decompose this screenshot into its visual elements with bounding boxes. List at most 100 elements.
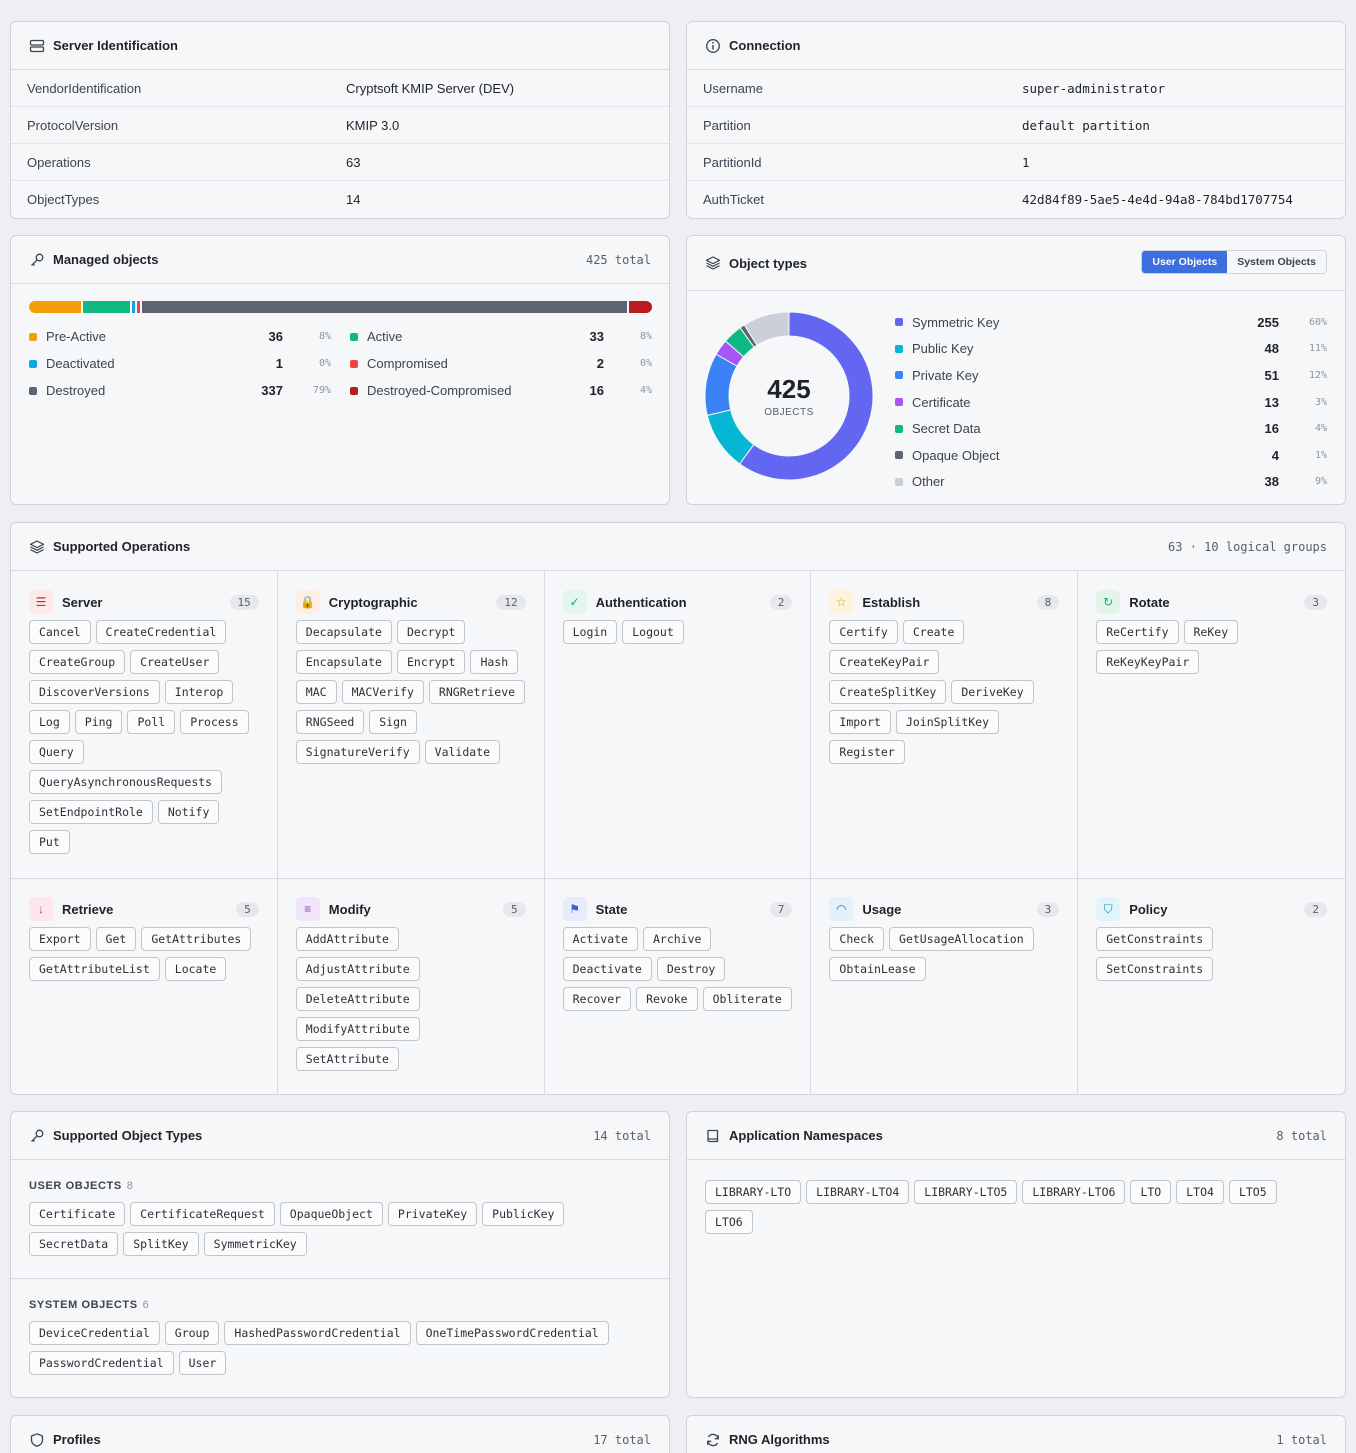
operation-tag[interactable]: Deactivate — [562, 957, 652, 981]
legend-dot — [29, 332, 37, 341]
object-type-tag[interactable]: PrivateKey — [387, 1202, 478, 1226]
operation-tag[interactable]: MAC — [295, 680, 337, 704]
namespace-tag[interactable]: LTO6 — [705, 1210, 753, 1234]
operation-tag[interactable]: Revoke — [636, 987, 698, 1011]
object-type-tag[interactable]: PublicKey — [482, 1202, 565, 1226]
shield-icon: ⛉ — [1096, 897, 1121, 921]
operation-tag[interactable]: RNGRetrieve — [428, 680, 526, 704]
namespace-tag[interactable]: LTO4 — [1176, 1180, 1224, 1204]
operation-tag[interactable]: QueryAsynchronousRequests — [29, 770, 223, 794]
legend-item: Certificate 13 3% — [895, 389, 1327, 416]
operation-tag[interactable]: Destroy — [656, 957, 726, 981]
operation-tag[interactable]: AddAttribute — [295, 927, 399, 951]
object-type-tag[interactable]: OpaqueObject — [279, 1202, 383, 1226]
operation-tag[interactable]: CreateCredential — [95, 620, 227, 644]
object-type-tag[interactable]: Certificate — [29, 1202, 126, 1226]
table-row: Username super-administrator — [687, 70, 1345, 107]
operation-tag[interactable]: Certify — [829, 620, 898, 644]
object-type-tag[interactable]: PasswordCredential — [29, 1351, 174, 1375]
operation-tag[interactable]: Log — [29, 710, 70, 734]
operation-tag[interactable]: GetAttributes — [141, 927, 252, 951]
operation-tag[interactable]: Hash — [470, 650, 519, 674]
operation-tag[interactable]: JoinSplitKey — [895, 710, 1000, 734]
user-objects-toggle[interactable]: User Objects — [1142, 251, 1228, 273]
operation-group-count: 3 — [1036, 901, 1060, 917]
namespace-tag[interactable]: LTO — [1130, 1180, 1172, 1204]
object-type-tag[interactable]: CertificateRequest — [130, 1202, 275, 1226]
operation-tag[interactable]: Export — [29, 927, 91, 951]
operation-tag[interactable]: ReKeyKeyPair — [1096, 650, 1200, 674]
namespace-tag[interactable]: LIBRARY-LTO — [705, 1180, 802, 1204]
operation-tag[interactable]: Encrypt — [396, 650, 466, 674]
operation-tag[interactable]: ReCertify — [1096, 620, 1179, 644]
namespace-tag[interactable]: LTO5 — [1228, 1180, 1277, 1204]
rotate-icon: ↻ — [1096, 590, 1121, 614]
operation-tag[interactable]: Activate — [562, 927, 638, 951]
operation-tag[interactable]: Encapsulate — [295, 650, 392, 674]
operation-tag[interactable]: CreateKeyPair — [829, 650, 940, 674]
operation-tag[interactable]: Decapsulate — [295, 620, 392, 644]
operation-tag[interactable]: GetUsageAllocation — [889, 927, 1034, 951]
operation-tag[interactable]: ReKey — [1183, 620, 1239, 644]
row-value: 14 — [346, 192, 361, 207]
operation-tag[interactable]: Decrypt — [396, 620, 466, 644]
operation-tag[interactable]: Recover — [562, 987, 632, 1011]
object-type-tag[interactable]: DeviceCredential — [29, 1321, 160, 1345]
operation-tag[interactable]: Process — [180, 710, 249, 734]
operation-tag[interactable]: SetAttribute — [295, 1047, 399, 1071]
operation-tag[interactable]: Interop — [164, 680, 234, 704]
operation-tag[interactable]: RNGSeed — [295, 710, 365, 734]
legend-dot — [895, 344, 903, 353]
operation-tag[interactable]: CreateUser — [130, 650, 220, 674]
application-namespaces-card: Application Namespaces 8 total LIBRARY-L… — [686, 1111, 1346, 1398]
state-distribution-bar — [29, 301, 652, 313]
operation-tag[interactable]: DeleteAttribute — [295, 987, 420, 1011]
row-key: Username — [703, 80, 763, 96]
operation-tag[interactable]: Locate — [164, 957, 227, 981]
operation-tag[interactable]: Get — [95, 927, 137, 951]
object-type-tag[interactable]: User — [178, 1351, 227, 1375]
operation-tag[interactable]: Obliterate — [702, 987, 792, 1011]
object-type-tag[interactable]: Group — [164, 1321, 220, 1345]
operation-tag[interactable]: DiscoverVersions — [29, 680, 160, 704]
operation-tag[interactable]: Poll — [127, 710, 176, 734]
object-type-tag[interactable]: HashedPasswordCredential — [224, 1321, 411, 1345]
operation-tag[interactable]: Check — [829, 927, 885, 951]
operation-tag[interactable]: GetAttributeList — [29, 957, 160, 981]
operation-tag[interactable]: Logout — [622, 620, 684, 644]
operation-tag[interactable]: CreateSplitKey — [829, 680, 947, 704]
operation-tag[interactable]: SignatureVerify — [295, 740, 420, 764]
object-type-tag[interactable]: SplitKey — [123, 1232, 199, 1256]
operation-tag[interactable]: Cancel — [29, 620, 91, 644]
operation-tag[interactable]: Query — [29, 740, 84, 764]
operation-tag[interactable]: Register — [829, 740, 905, 764]
operation-tag[interactable]: ObtainLease — [829, 957, 926, 981]
operation-tag[interactable]: SetEndpointRole — [29, 800, 153, 824]
object-type-tag[interactable]: SymmetricKey — [203, 1232, 307, 1256]
namespace-tags: LIBRARY-LTO LIBRARY-LTO4 LIBRARY-LTO5 LIBRA… — [687, 1160, 1345, 1254]
operation-tag[interactable]: Ping — [74, 710, 123, 734]
namespace-tag[interactable]: LIBRARY-LTO5 — [914, 1180, 1018, 1204]
namespace-tag[interactable]: LIBRARY-LTO4 — [806, 1180, 910, 1204]
operation-tag[interactable]: Validate — [424, 740, 501, 764]
namespace-tag[interactable]: LIBRARY-LTO6 — [1022, 1180, 1126, 1204]
operation-tag[interactable]: SetConstraints — [1096, 957, 1214, 981]
operation-tag[interactable]: Notify — [157, 800, 220, 824]
operation-tag[interactable]: Login — [562, 620, 618, 644]
operation-tag[interactable]: Archive — [642, 927, 712, 951]
operation-tag[interactable]: Sign — [369, 710, 417, 734]
legend-count: 38 — [1264, 474, 1279, 490]
operation-tag[interactable]: Create — [902, 620, 965, 644]
operation-tag[interactable]: Import — [829, 710, 891, 734]
operation-tag[interactable]: ModifyAttribute — [295, 1017, 420, 1041]
operation-tag[interactable]: GetConstraints — [1096, 927, 1214, 951]
system-objects-toggle[interactable]: System Objects — [1227, 251, 1326, 273]
object-type-tag[interactable]: OneTimePasswordCredential — [415, 1321, 609, 1345]
operation-tag[interactable]: CreateGroup — [29, 650, 126, 674]
operation-tag[interactable]: DeriveKey — [951, 680, 1034, 704]
operation-tag[interactable]: Put — [29, 830, 70, 854]
object-type-tag[interactable]: SecretData — [29, 1232, 119, 1256]
legend-label: Opaque Object — [912, 447, 1000, 463]
operation-tag[interactable]: MACVerify — [341, 680, 424, 704]
operation-tag[interactable]: AdjustAttribute — [295, 957, 420, 981]
